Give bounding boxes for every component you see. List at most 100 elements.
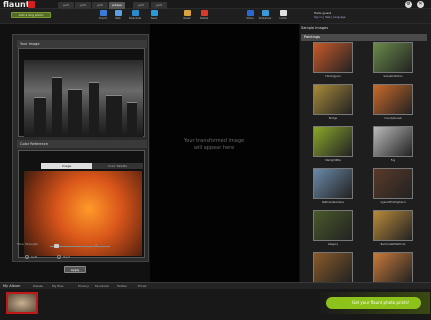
- building: [89, 82, 99, 137]
- web-tool[interactable]: Web: [111, 10, 125, 24]
- logo-mark: [28, 1, 35, 8]
- building: [68, 89, 82, 137]
- top-bar: flaunt gafil gafil gafil pikasa gafil ga…: [0, 0, 431, 9]
- share-icon: [246, 10, 254, 16]
- hard-label: Hard: [63, 255, 71, 259]
- save-tool[interactable]: Save: [147, 10, 161, 24]
- slideshow-icon: [261, 10, 269, 16]
- your-image-header: Your Image: [17, 40, 147, 48]
- toolbar: [0, 9, 431, 24]
- invite-tool[interactable]: Invite: [276, 10, 290, 24]
- seg-image[interactable]: Image: [41, 163, 92, 169]
- left-panel: Your Image Color Reference Image Color Pa…: [12, 34, 149, 262]
- tool-label: Delete: [199, 17, 209, 20]
- sample-images-header: Sample Images: [301, 26, 329, 30]
- thumbnail-label: SunsetChildren: [383, 75, 403, 78]
- soft-label: Soft: [31, 255, 37, 259]
- tool-label: Import: [98, 17, 108, 20]
- promo-text[interactable]: Get your flaunt photo prints!: [352, 300, 409, 305]
- thumbnail-label: CloudySunset: [384, 117, 402, 120]
- thumbnail-label: NatholedGardens: [322, 201, 344, 204]
- import-icon: [99, 10, 107, 16]
- sample-thumbnail[interactable]: [313, 42, 353, 73]
- thumbnail-label: StarlightNite: [325, 159, 341, 162]
- sample-thumbnail[interactable]: [373, 84, 413, 115]
- thumbnail-label: Bridge: [328, 117, 338, 120]
- album-action[interactable]: Facebook: [95, 284, 109, 288]
- close-icon[interactable]: ✕: [417, 1, 424, 8]
- tool-label: Share: [246, 17, 254, 20]
- album-action[interactable]: Email: [138, 284, 146, 288]
- album-action[interactable]: Delete: [33, 284, 43, 288]
- sample-thumbnail[interactable]: [313, 168, 353, 199]
- slideshow-tool[interactable]: Slideshow: [258, 10, 272, 24]
- seg-color-palette[interactable]: Color Palette: [92, 163, 143, 169]
- tab-3[interactable]: gafil: [92, 2, 108, 9]
- building: [52, 77, 62, 137]
- color-reference-header: Color Reference: [17, 140, 147, 148]
- tone-strength-label: Tone Strength: [17, 242, 38, 246]
- thumbnail-label: FlamingJune: [325, 75, 341, 78]
- album-bar: My Album Delete My files Privacy Faceboo…: [0, 282, 431, 289]
- invite-icon: [279, 10, 287, 16]
- greeting-text: Hello guest: [314, 11, 331, 15]
- save-icon: [150, 10, 158, 16]
- download-icon: [131, 10, 139, 16]
- reset-tool[interactable]: Reset: [180, 10, 194, 24]
- reset-icon: [183, 10, 191, 16]
- tab-5[interactable]: gafil: [133, 2, 149, 9]
- hard-radio[interactable]: [57, 255, 61, 259]
- thumbnail-label: AgainstTheHighland: [380, 201, 406, 204]
- your-image-label: Your Image: [20, 42, 40, 46]
- share-tool[interactable]: Share: [243, 10, 257, 24]
- reference-toggle: Image Color Palette: [41, 163, 144, 169]
- album-action[interactable]: Twitter: [117, 284, 127, 288]
- your-image-box[interactable]: [18, 48, 145, 137]
- color-reference-label: Color Reference: [20, 142, 48, 146]
- account-links[interactable]: Sign in | Help | Language: [314, 16, 345, 19]
- tool-label: Slideshow: [258, 17, 272, 20]
- tone-strength-value: 3: [95, 243, 97, 247]
- album-action[interactable]: My files: [52, 284, 63, 288]
- tab-6[interactable]: gafil: [151, 2, 167, 9]
- gear-icon[interactable]: ⚙: [405, 1, 412, 8]
- sample-thumbnail[interactable]: [313, 84, 353, 115]
- sample-thumbnail[interactable]: [313, 126, 353, 157]
- add-photo-button[interactable]: Add a dog photo: [11, 12, 51, 18]
- sample-thumbnail[interactable]: [313, 252, 353, 283]
- tab-2[interactable]: gafil: [75, 2, 91, 9]
- sample-thumbnail[interactable]: [313, 210, 353, 241]
- sample-thumbnail[interactable]: [373, 168, 413, 199]
- reference-painting: [24, 171, 142, 256]
- tool-label: Save: [150, 17, 158, 20]
- building: [127, 102, 137, 137]
- apply-button[interactable]: Apply: [64, 266, 86, 273]
- sample-thumbnail[interactable]: [373, 252, 413, 283]
- album-action[interactable]: Privacy: [78, 284, 89, 288]
- category-paintings[interactable]: Paintings: [301, 34, 427, 41]
- web-icon: [114, 10, 122, 16]
- import-tool[interactable]: Import: [96, 10, 110, 24]
- app-logo: flaunt: [3, 0, 30, 9]
- delete-tool[interactable]: Delete: [197, 10, 211, 24]
- tab-1[interactable]: gafil: [58, 2, 74, 9]
- tool-label: Invite: [279, 17, 287, 20]
- output-canvas: [150, 24, 299, 282]
- sample-thumbnail[interactable]: [373, 42, 413, 73]
- building: [106, 95, 122, 137]
- tone-slider-track[interactable]: [50, 246, 110, 247]
- thumbnail-label: Fog: [390, 159, 396, 162]
- download-tool[interactable]: Download: [128, 10, 142, 24]
- album-thumbnail[interactable]: [6, 292, 38, 314]
- sample-thumbnail[interactable]: [373, 126, 413, 157]
- soft-radio[interactable]: [25, 255, 29, 259]
- tab-4[interactable]: pikasa: [109, 2, 125, 9]
- thumbnail-label: BermudaWaterfront: [380, 243, 406, 246]
- canvas-placeholder: Your transformed image will appear here: [183, 138, 245, 151]
- building: [34, 97, 46, 137]
- delete-icon: [200, 10, 208, 16]
- tool-label: Reset: [183, 17, 191, 20]
- tool-label: Download: [128, 17, 142, 20]
- sample-thumbnail[interactable]: [373, 210, 413, 241]
- tone-slider-knob[interactable]: [54, 244, 59, 248]
